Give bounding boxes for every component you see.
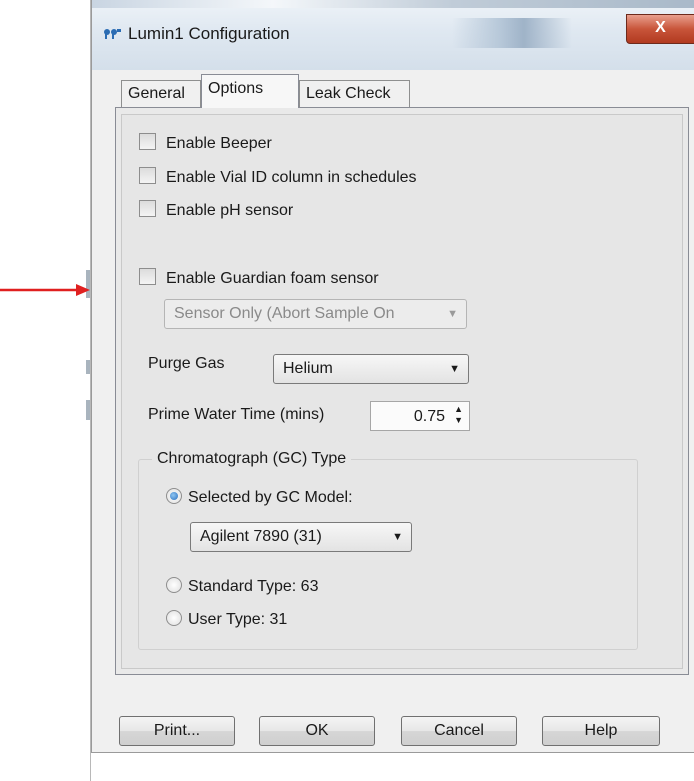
- radio-standard-type[interactable]: Standard Type: 63: [166, 576, 318, 598]
- tab-leak-check[interactable]: Leak Check: [299, 80, 410, 107]
- radio-label: Standard Type: 63: [188, 578, 319, 595]
- close-button[interactable]: X: [626, 14, 694, 44]
- checkbox-label: Enable Guardian foam sensor: [166, 270, 379, 287]
- foam-sensor-mode-select: Sensor Only (Abort Sample On ▼: [164, 299, 467, 329]
- prime-water-label: Prime Water Time (mins): [148, 406, 325, 423]
- purge-gas-select[interactable]: Helium ▼: [273, 354, 469, 384]
- window-title: Lumin1 Configuration: [128, 24, 290, 43]
- help-button[interactable]: Help: [542, 716, 660, 746]
- enable-foam-sensor-checkbox[interactable]: Enable Guardian foam sensor: [139, 268, 379, 290]
- tab-options[interactable]: Options: [201, 74, 299, 108]
- chevron-down-icon: ▼: [392, 531, 403, 543]
- chevron-down-icon: ▼: [447, 308, 458, 320]
- edge-mark: [86, 360, 90, 374]
- ok-button[interactable]: OK: [259, 716, 375, 746]
- enable-beeper-checkbox[interactable]: Enable Beeper: [139, 133, 272, 155]
- checkbox-label: Enable Beeper: [166, 135, 272, 152]
- select-value: Sensor Only (Abort Sample On: [174, 305, 395, 322]
- radio-label: Selected by GC Model:: [188, 489, 353, 506]
- enable-vial-id-checkbox[interactable]: Enable Vial ID column in schedules: [139, 167, 417, 189]
- checkbox-box[interactable]: [139, 167, 156, 185]
- checkbox-label: Enable Vial ID column in schedules: [166, 169, 417, 186]
- tab-general[interactable]: General: [121, 80, 201, 107]
- edge-mark: [86, 400, 90, 420]
- enable-ph-sensor-checkbox[interactable]: Enable pH sensor: [139, 200, 293, 222]
- annotation-arrow: [0, 284, 90, 296]
- checkbox-label: Enable pH sensor: [166, 202, 294, 219]
- gc-type-group-title: Chromatograph (GC) Type: [152, 448, 352, 470]
- print-button[interactable]: Print...: [119, 716, 235, 746]
- checkbox-box[interactable]: [139, 268, 156, 286]
- stepper-arrows-icon[interactable]: ▲ ▼: [454, 404, 463, 426]
- radio-unchecked-icon[interactable]: [166, 576, 182, 593]
- cancel-button[interactable]: Cancel: [401, 716, 517, 746]
- checkbox-box[interactable]: [139, 200, 156, 218]
- radio-label: User Type: 31: [188, 611, 288, 628]
- radio-unchecked-icon[interactable]: [166, 609, 182, 626]
- title-bar: Lumin1 Configuration X: [92, 0, 694, 70]
- radio-checked-icon[interactable]: [166, 487, 182, 504]
- chevron-down-icon: ▼: [449, 363, 460, 375]
- configuration-dialog: Lumin1 Configuration X General Options L…: [91, 0, 694, 753]
- select-value: Helium: [283, 360, 333, 377]
- radio-user-type[interactable]: User Type: 31: [166, 609, 287, 631]
- stepper-value: 0.75: [413, 408, 445, 425]
- app-icon: [104, 29, 121, 39]
- purge-gas-label: Purge Gas: [148, 355, 225, 372]
- prime-water-stepper[interactable]: 0.75 ▲ ▼: [370, 401, 470, 431]
- checkbox-box[interactable]: [139, 133, 156, 151]
- radio-selected-by-gc-model[interactable]: Selected by GC Model:: [166, 487, 353, 509]
- select-value: Agilent 7890 (31): [200, 528, 322, 545]
- gc-model-select[interactable]: Agilent 7890 (31) ▼: [190, 522, 412, 552]
